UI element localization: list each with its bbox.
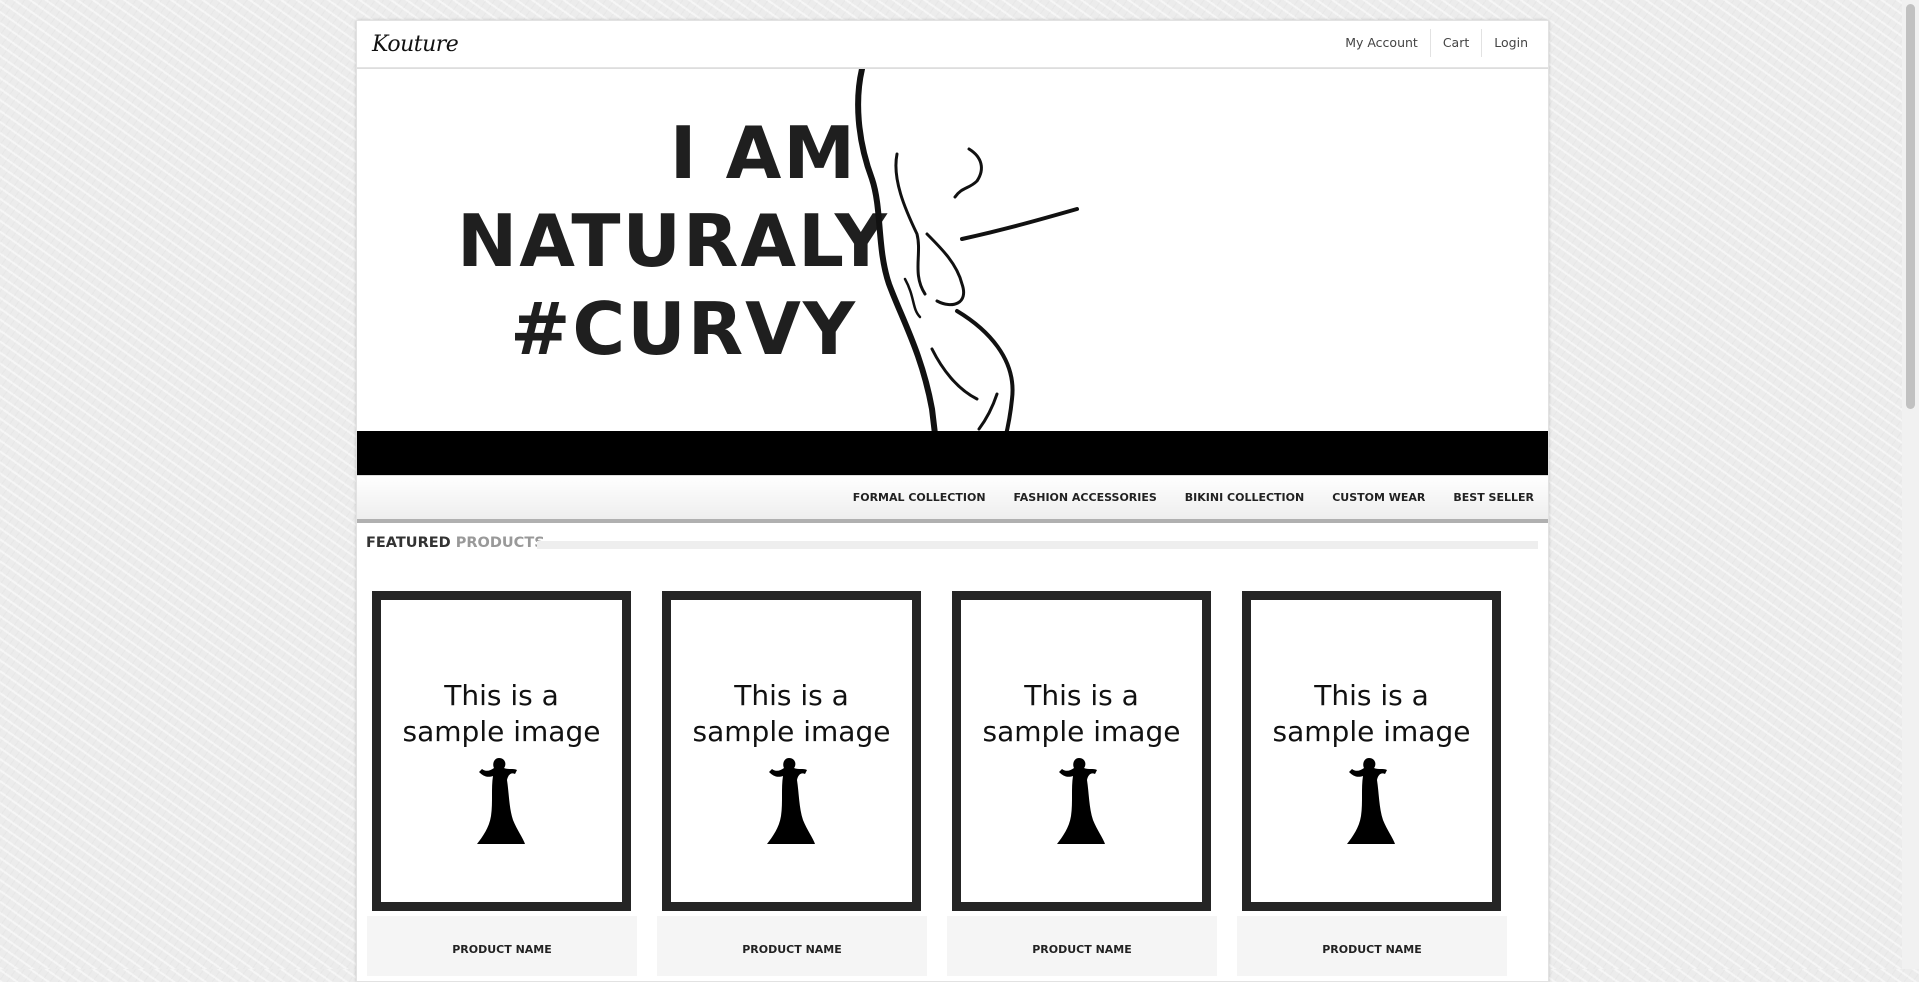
product-name[interactable]: PRODUCT NAME xyxy=(947,916,1217,976)
hero-banner[interactable]: I AM NATURALY #CURVY xyxy=(357,68,1548,475)
nav-bikini-collection[interactable]: BIKINI COLLECTION xyxy=(1171,476,1318,519)
hero-black-bar xyxy=(357,431,1548,475)
product-image[interactable]: This is a sample image xyxy=(952,591,1211,911)
nav-formal-collection[interactable]: FORMAL COLLECTION xyxy=(839,476,1000,519)
nav-fashion-accessories[interactable]: FASHION ACCESSORIES xyxy=(1000,476,1171,519)
product-image[interactable]: This is a sample image xyxy=(372,591,631,911)
page-container: Kouture My Account Cart Login I AM NATUR… xyxy=(356,20,1549,982)
dress-silhouette-icon xyxy=(1057,758,1105,844)
product-image[interactable]: This is a sample image xyxy=(662,591,921,911)
product-image-text: This is a sample image xyxy=(982,679,1181,748)
login-link[interactable]: Login xyxy=(1481,29,1540,57)
page-scrollbar[interactable] xyxy=(1902,0,1919,969)
silhouette-figure-illustration xyxy=(855,69,1079,441)
section-title: FEATURED PRODUCTS xyxy=(366,531,553,555)
dress-silhouette-icon xyxy=(477,758,525,844)
product-name[interactable]: PRODUCT NAME xyxy=(657,916,927,976)
top-bar: Kouture My Account Cart Login xyxy=(357,21,1548,68)
section-title-part-1: FEATURED xyxy=(366,535,451,551)
cart-link[interactable]: Cart xyxy=(1429,29,1481,57)
product-name[interactable]: PRODUCT NAME xyxy=(367,916,637,976)
section-divider xyxy=(537,541,1538,549)
my-account-link[interactable]: My Account xyxy=(1333,29,1430,57)
scrollbar-thumb[interactable] xyxy=(1906,4,1915,409)
account-nav: My Account Cart Login xyxy=(1333,29,1540,57)
main-navigation: FORMAL COLLECTION FASHION ACCESSORIES BI… xyxy=(357,475,1548,523)
section-title-part-2: PRODUCTS xyxy=(455,535,545,551)
product-image-text: This is a sample image xyxy=(692,679,891,748)
product-name[interactable]: PRODUCT NAME xyxy=(1237,916,1507,976)
product-image-text: This is a sample image xyxy=(402,679,601,748)
nav-best-seller[interactable]: BEST SELLER xyxy=(1439,476,1548,519)
product-image-text: This is a sample image xyxy=(1272,679,1471,748)
product-image[interactable]: This is a sample image xyxy=(1242,591,1501,911)
site-logo[interactable]: Kouture xyxy=(372,32,459,57)
featured-products-heading: FEATURED PRODUCTS xyxy=(357,531,1548,561)
dress-silhouette-icon xyxy=(1347,758,1395,844)
dress-silhouette-icon xyxy=(767,758,815,844)
nav-custom-wear[interactable]: CUSTOM WEAR xyxy=(1318,476,1439,519)
